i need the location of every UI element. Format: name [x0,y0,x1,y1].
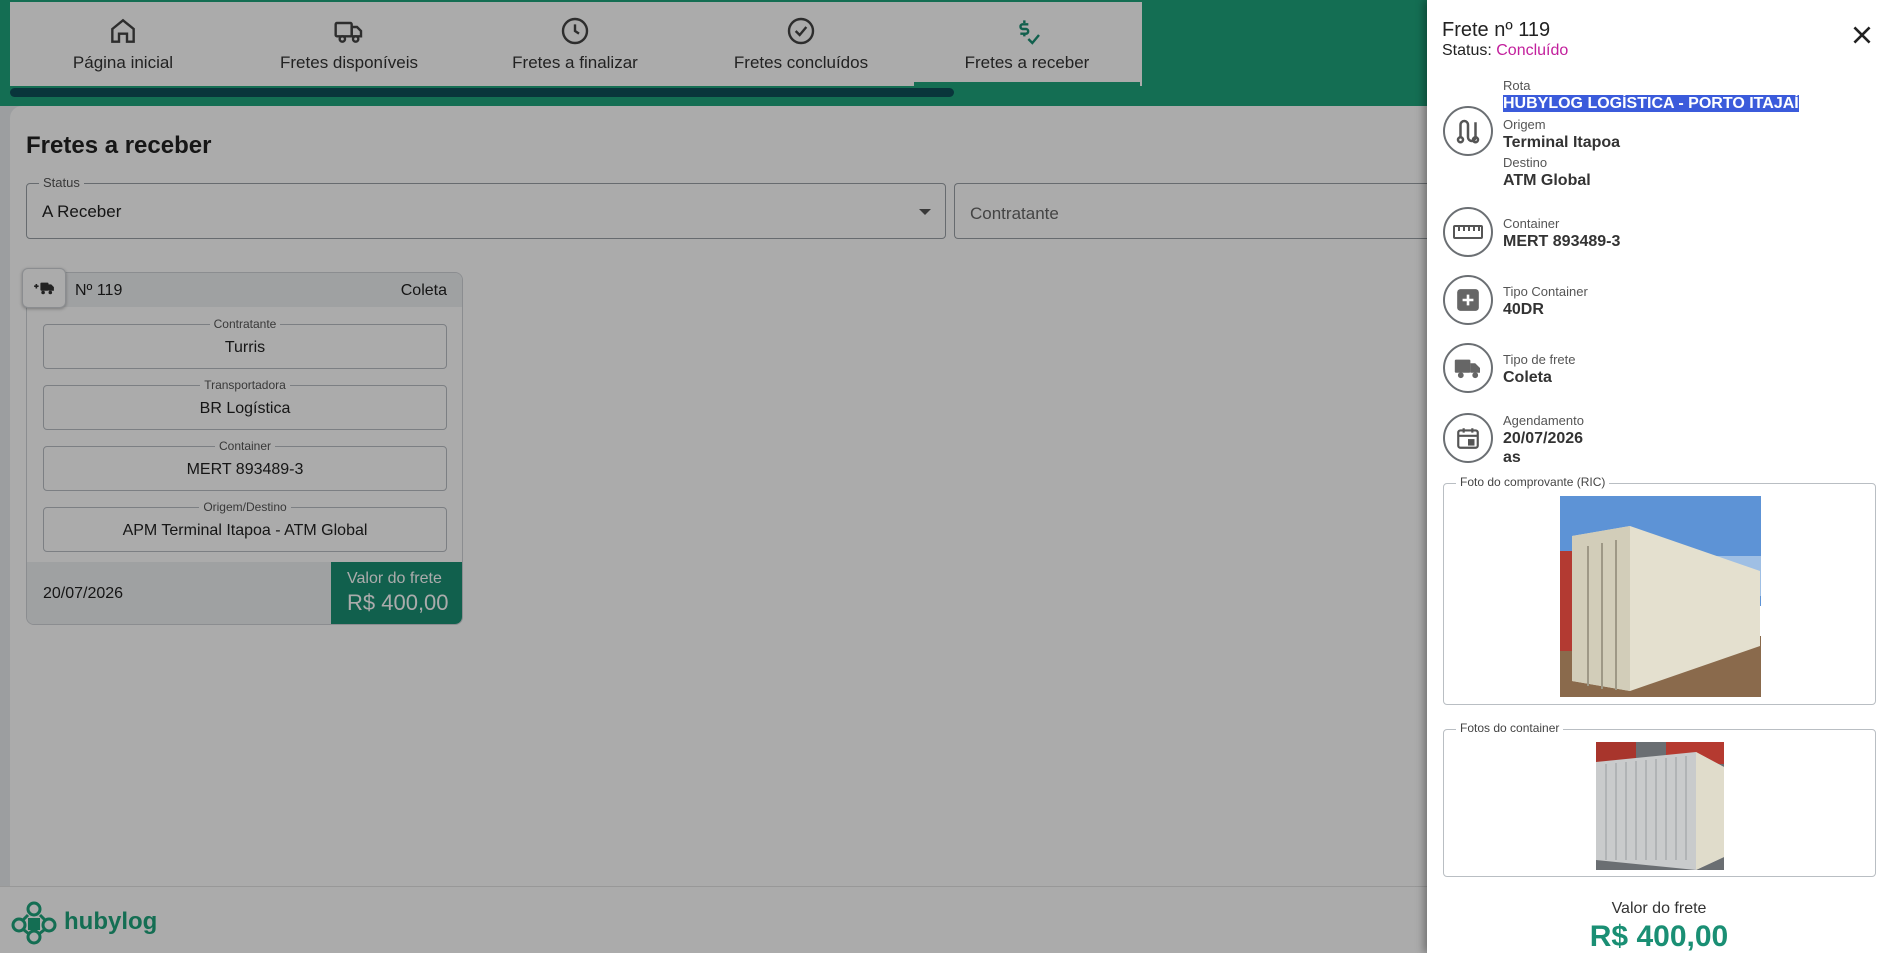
destino-value: ATM Global [1503,172,1591,189]
origem-value: Terminal Itapoa [1503,134,1621,151]
drawer-price-value: R$ 400,00 [1589,920,1729,953]
container-photos-box: Fotos do container [1443,721,1876,877]
freight-detail-drawer: Frete nº 119 Status: Concluído Rota HUBY… [1427,0,1891,953]
rota-value: HUBYLOG LOGÍSTICA - PORTO ITAJAÍ [1503,95,1799,112]
container-photos-label: Fotos do container [1456,721,1564,735]
drawer-price-label: Valor do frete [1611,900,1707,917]
origem-label: Origem [1503,117,1546,132]
rota-label: Rota [1503,78,1531,93]
calendar-icon [1443,413,1493,463]
ruler-icon [1443,207,1493,257]
truck-icon [1443,343,1493,393]
container-value: MERT 893489-3 [1503,233,1621,250]
drawer-title: Frete nº 119 [1442,19,1551,41]
tipo-container-value: 40DR [1503,301,1544,318]
tipo-frete-label: Tipo de frete [1503,352,1576,367]
status-prefix: Status: [1442,42,1497,59]
agendamento-label: Agendamento [1503,413,1584,428]
destino-label: Destino [1503,155,1548,170]
ric-photo-box: Foto do comprovante (RIC) [1443,475,1876,705]
agendamento-date: 20/07/2026 [1503,430,1584,447]
container-photo[interactable] [1596,742,1724,870]
ric-photo[interactable] [1560,496,1761,697]
agendamento-time: as [1503,449,1521,466]
add-box-icon [1443,275,1493,325]
close-icon[interactable] [1849,22,1875,48]
modal-overlay[interactable] [0,0,1427,953]
tipo-frete-value: Coleta [1503,369,1552,386]
tipo-container-label: Tipo Container [1503,284,1588,299]
status-value: Concluído [1496,42,1569,59]
route-icon [1443,106,1493,156]
drawer-status: Status: Concluído [1442,42,1568,60]
ric-photo-label: Foto do comprovante (RIC) [1456,475,1610,489]
container-label: Container [1503,216,1560,231]
